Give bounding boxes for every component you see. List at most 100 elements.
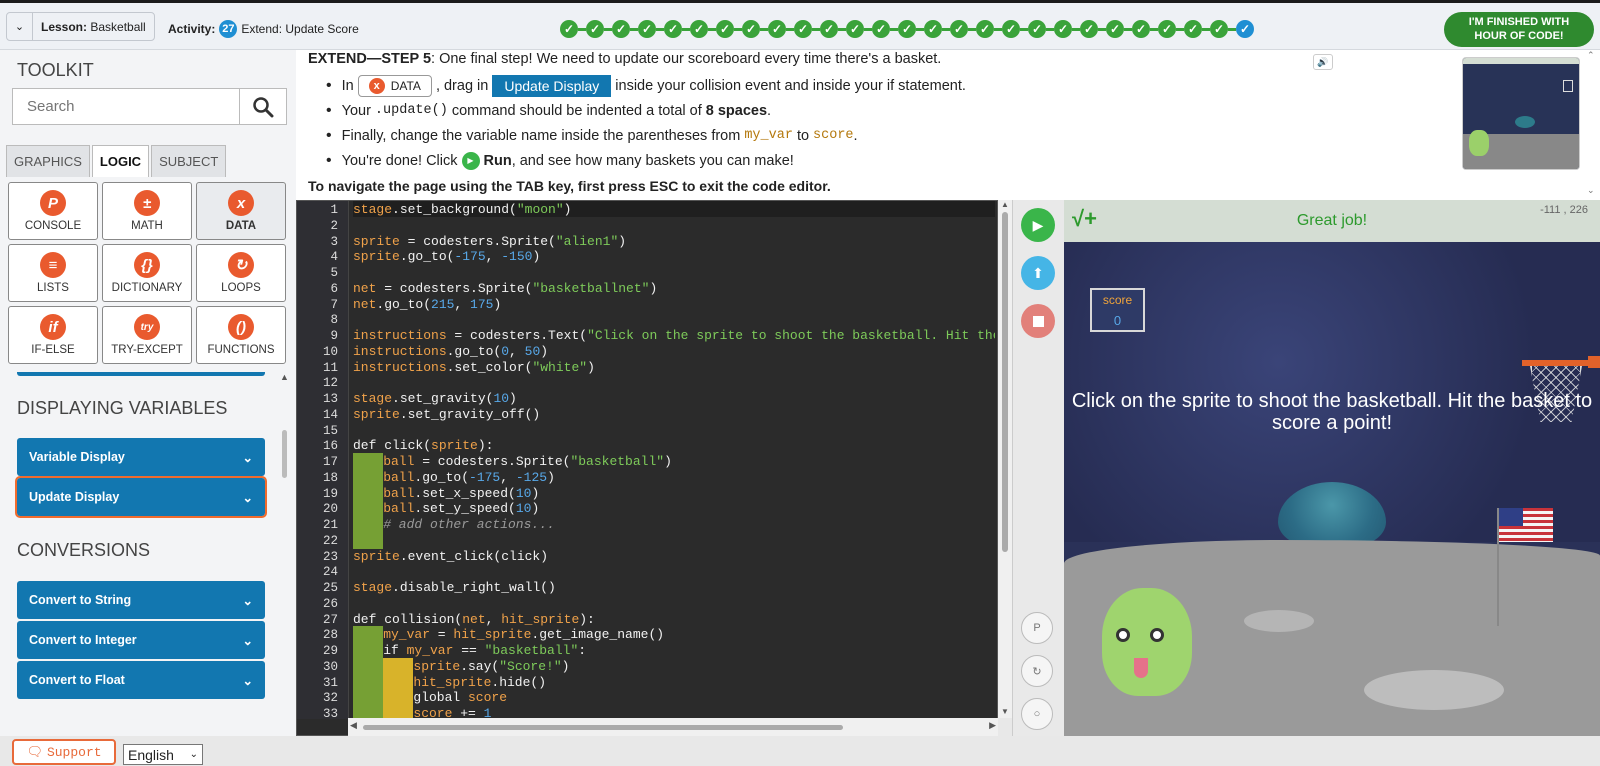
category-dictionary[interactable]: {} DICTIONARY bbox=[102, 244, 192, 302]
alien-sprite[interactable] bbox=[1094, 568, 1204, 698]
share-button[interactable]: ⬆ bbox=[1021, 256, 1055, 290]
category-console[interactable]: P CONSOLE bbox=[8, 182, 98, 240]
language-select[interactable]: English ⌄ bbox=[123, 744, 203, 765]
category-math[interactable]: ± MATH bbox=[102, 182, 192, 240]
code-line[interactable]: sprite.say("Score!") bbox=[413, 659, 569, 675]
block-convert-string[interactable]: Convert to String ⌄ bbox=[17, 581, 265, 619]
progress-step-complete[interactable]: ✓ bbox=[950, 20, 968, 38]
progress-step-complete[interactable]: ✓ bbox=[1028, 20, 1046, 38]
block-update-display[interactable]: Update Display ⌄ bbox=[15, 476, 267, 518]
search-input[interactable] bbox=[13, 89, 239, 124]
code-line[interactable]: instructions.go_to(0, 50) bbox=[353, 344, 548, 360]
code-line[interactable]: ball.go_to(-175, -125) bbox=[383, 470, 555, 486]
code-line[interactable]: hit_sprite.hide() bbox=[413, 675, 546, 691]
progress-step-complete[interactable]: ✓ bbox=[1106, 20, 1124, 38]
code-line[interactable]: my_var = hit_sprite.get_image_name() bbox=[383, 627, 664, 643]
progress-step-complete[interactable]: ✓ bbox=[1132, 20, 1150, 38]
progress-step-complete[interactable]: ✓ bbox=[612, 20, 630, 38]
progress-step-complete[interactable]: ✓ bbox=[560, 20, 578, 38]
code-line[interactable]: def click(sprite): bbox=[353, 438, 493, 454]
code-line[interactable]: global score bbox=[413, 690, 507, 706]
progress-step-complete[interactable]: ✓ bbox=[820, 20, 838, 38]
progress-step-complete[interactable]: ✓ bbox=[924, 20, 942, 38]
code-line[interactable]: sprite.set_gravity_off() bbox=[353, 407, 540, 423]
block-list-scrollbar[interactable]: ▲ ▼ bbox=[278, 372, 292, 764]
chevron-down-icon[interactable]: ⌄ bbox=[7, 13, 33, 40]
progress-step-complete[interactable]: ✓ bbox=[664, 20, 682, 38]
preview-thumbnail[interactable] bbox=[1462, 57, 1580, 170]
run-button[interactable]: ▶ bbox=[1021, 208, 1055, 242]
progress-step-complete[interactable]: ✓ bbox=[768, 20, 786, 38]
editor-horizontal-scrollbar[interactable]: ◀ ▶ bbox=[348, 718, 998, 736]
progress-step-complete[interactable]: ✓ bbox=[1158, 20, 1176, 38]
code-line[interactable]: sprite.go_to(-175, -150) bbox=[353, 249, 540, 265]
code-line[interactable]: if my_var == "basketball": bbox=[383, 643, 586, 659]
console-toggle-button[interactable]: P bbox=[1021, 612, 1053, 644]
code-line[interactable]: instructions = codesters.Text("Click on … bbox=[353, 328, 995, 344]
progress-step-complete[interactable]: ✓ bbox=[872, 20, 890, 38]
code-line[interactable]: stage.set_background("moon") bbox=[353, 202, 571, 218]
instructions-scrollbar[interactable]: ⌃ ⌄ bbox=[1584, 50, 1598, 200]
support-button[interactable]: 🗨 Support bbox=[12, 739, 116, 765]
progress-step-complete[interactable]: ✓ bbox=[846, 20, 864, 38]
category-if-else[interactable]: if IF-ELSE bbox=[8, 306, 98, 364]
block-variable-display[interactable]: Variable Display ⌄ bbox=[17, 438, 265, 476]
scroll-left-icon[interactable]: ◀ bbox=[350, 720, 357, 731]
code-line[interactable]: net.go_to(215, 175) bbox=[353, 297, 501, 313]
progress-step-complete[interactable]: ✓ bbox=[976, 20, 994, 38]
category-loops[interactable]: ↻ LOOPS bbox=[196, 244, 286, 302]
code-line[interactable]: # add other actions... bbox=[383, 517, 555, 533]
data-category-chip[interactable]: x DATA bbox=[357, 74, 432, 97]
code-line[interactable]: instructions.set_color("white") bbox=[353, 360, 595, 376]
scroll-right-icon[interactable]: ▶ bbox=[989, 720, 996, 731]
scroll-up-icon[interactable]: ▲ bbox=[1001, 200, 1009, 209]
progress-step-complete[interactable]: ✓ bbox=[1210, 20, 1228, 38]
reset-button[interactable]: ↻ bbox=[1021, 655, 1053, 687]
category-try-except[interactable]: try TRY-EXCEPT bbox=[102, 306, 192, 364]
speaker-icon[interactable]: 🔊 bbox=[1313, 54, 1333, 70]
category-functions[interactable]: () FUNCTIONS bbox=[196, 306, 286, 364]
code-editor[interactable]: 1 2 3 4 5 6 7 8 9 10 11 12 13 14 15 16 17 18 19 20 21 22 23 24 2… bbox=[296, 200, 998, 736]
code-area[interactable]: stage.set_background("moon")sprite = cod… bbox=[353, 201, 995, 719]
hint-button[interactable]: ○ bbox=[1021, 698, 1053, 730]
scroll-down-icon[interactable]: ⌄ bbox=[1587, 185, 1595, 196]
code-line[interactable]: stage.disable_right_wall() bbox=[353, 580, 556, 596]
scroll-up-icon[interactable]: ⌃ bbox=[1587, 50, 1595, 61]
code-line[interactable]: def collision(net, hit_sprite): bbox=[353, 612, 595, 628]
tab-logic[interactable]: LOGIC bbox=[91, 145, 150, 177]
scroll-up-icon[interactable]: ▲ bbox=[280, 372, 289, 382]
code-line[interactable]: sprite = codesters.Sprite("alien1") bbox=[353, 234, 626, 250]
code-line[interactable]: ball = codesters.Sprite("basketball") bbox=[383, 454, 672, 470]
progress-step-complete[interactable]: ✓ bbox=[742, 20, 760, 38]
scroll-thumb[interactable] bbox=[363, 725, 843, 730]
progress-step-current[interactable]: ✓ bbox=[1236, 20, 1254, 38]
category-lists[interactable]: ≡ LISTS bbox=[8, 244, 98, 302]
progress-step-complete[interactable]: ✓ bbox=[1184, 20, 1202, 38]
progress-step-complete[interactable]: ✓ bbox=[1002, 20, 1020, 38]
progress-step-complete[interactable]: ✓ bbox=[1080, 20, 1098, 38]
block-convert-integer[interactable]: Convert to Integer ⌄ bbox=[17, 621, 265, 659]
progress-step-complete[interactable]: ✓ bbox=[716, 20, 734, 38]
progress-step-complete[interactable]: ✓ bbox=[638, 20, 656, 38]
scroll-thumb[interactable] bbox=[282, 430, 287, 478]
block-convert-float[interactable]: Convert to Float ⌄ bbox=[17, 661, 265, 699]
game-stage[interactable]: √+ Great job! -111 , 226 score 0 Click o… bbox=[1064, 200, 1600, 736]
progress-step-complete[interactable]: ✓ bbox=[586, 20, 604, 38]
search-button[interactable] bbox=[239, 89, 286, 124]
scroll-thumb[interactable] bbox=[1002, 212, 1008, 552]
code-line[interactable]: ball.set_x_speed(10) bbox=[383, 486, 539, 502]
update-display-block-chip[interactable]: Update Display bbox=[492, 74, 612, 97]
progress-step-complete[interactable]: ✓ bbox=[898, 20, 916, 38]
category-data[interactable]: x DATA bbox=[196, 182, 286, 240]
progress-step-complete[interactable]: ✓ bbox=[794, 20, 812, 38]
code-line[interactable]: sprite.event_click(click) bbox=[353, 549, 548, 565]
progress-step-complete[interactable]: ✓ bbox=[690, 20, 708, 38]
editor-vertical-scrollbar[interactable]: ▲ ▼ bbox=[998, 200, 1012, 718]
tab-graphics[interactable]: GRAPHICS bbox=[6, 145, 90, 177]
tab-subject[interactable]: SUBJECT bbox=[151, 145, 227, 177]
stop-button[interactable] bbox=[1021, 304, 1055, 338]
scroll-down-icon[interactable]: ▼ bbox=[1001, 707, 1009, 716]
lesson-selector[interactable]: ⌄ Lesson: Basketball bbox=[6, 12, 155, 41]
finish-hour-of-code-button[interactable]: I'M FINISHED WITH HOUR OF CODE! bbox=[1444, 12, 1594, 47]
code-line[interactable]: ball.set_y_speed(10) bbox=[383, 501, 539, 517]
